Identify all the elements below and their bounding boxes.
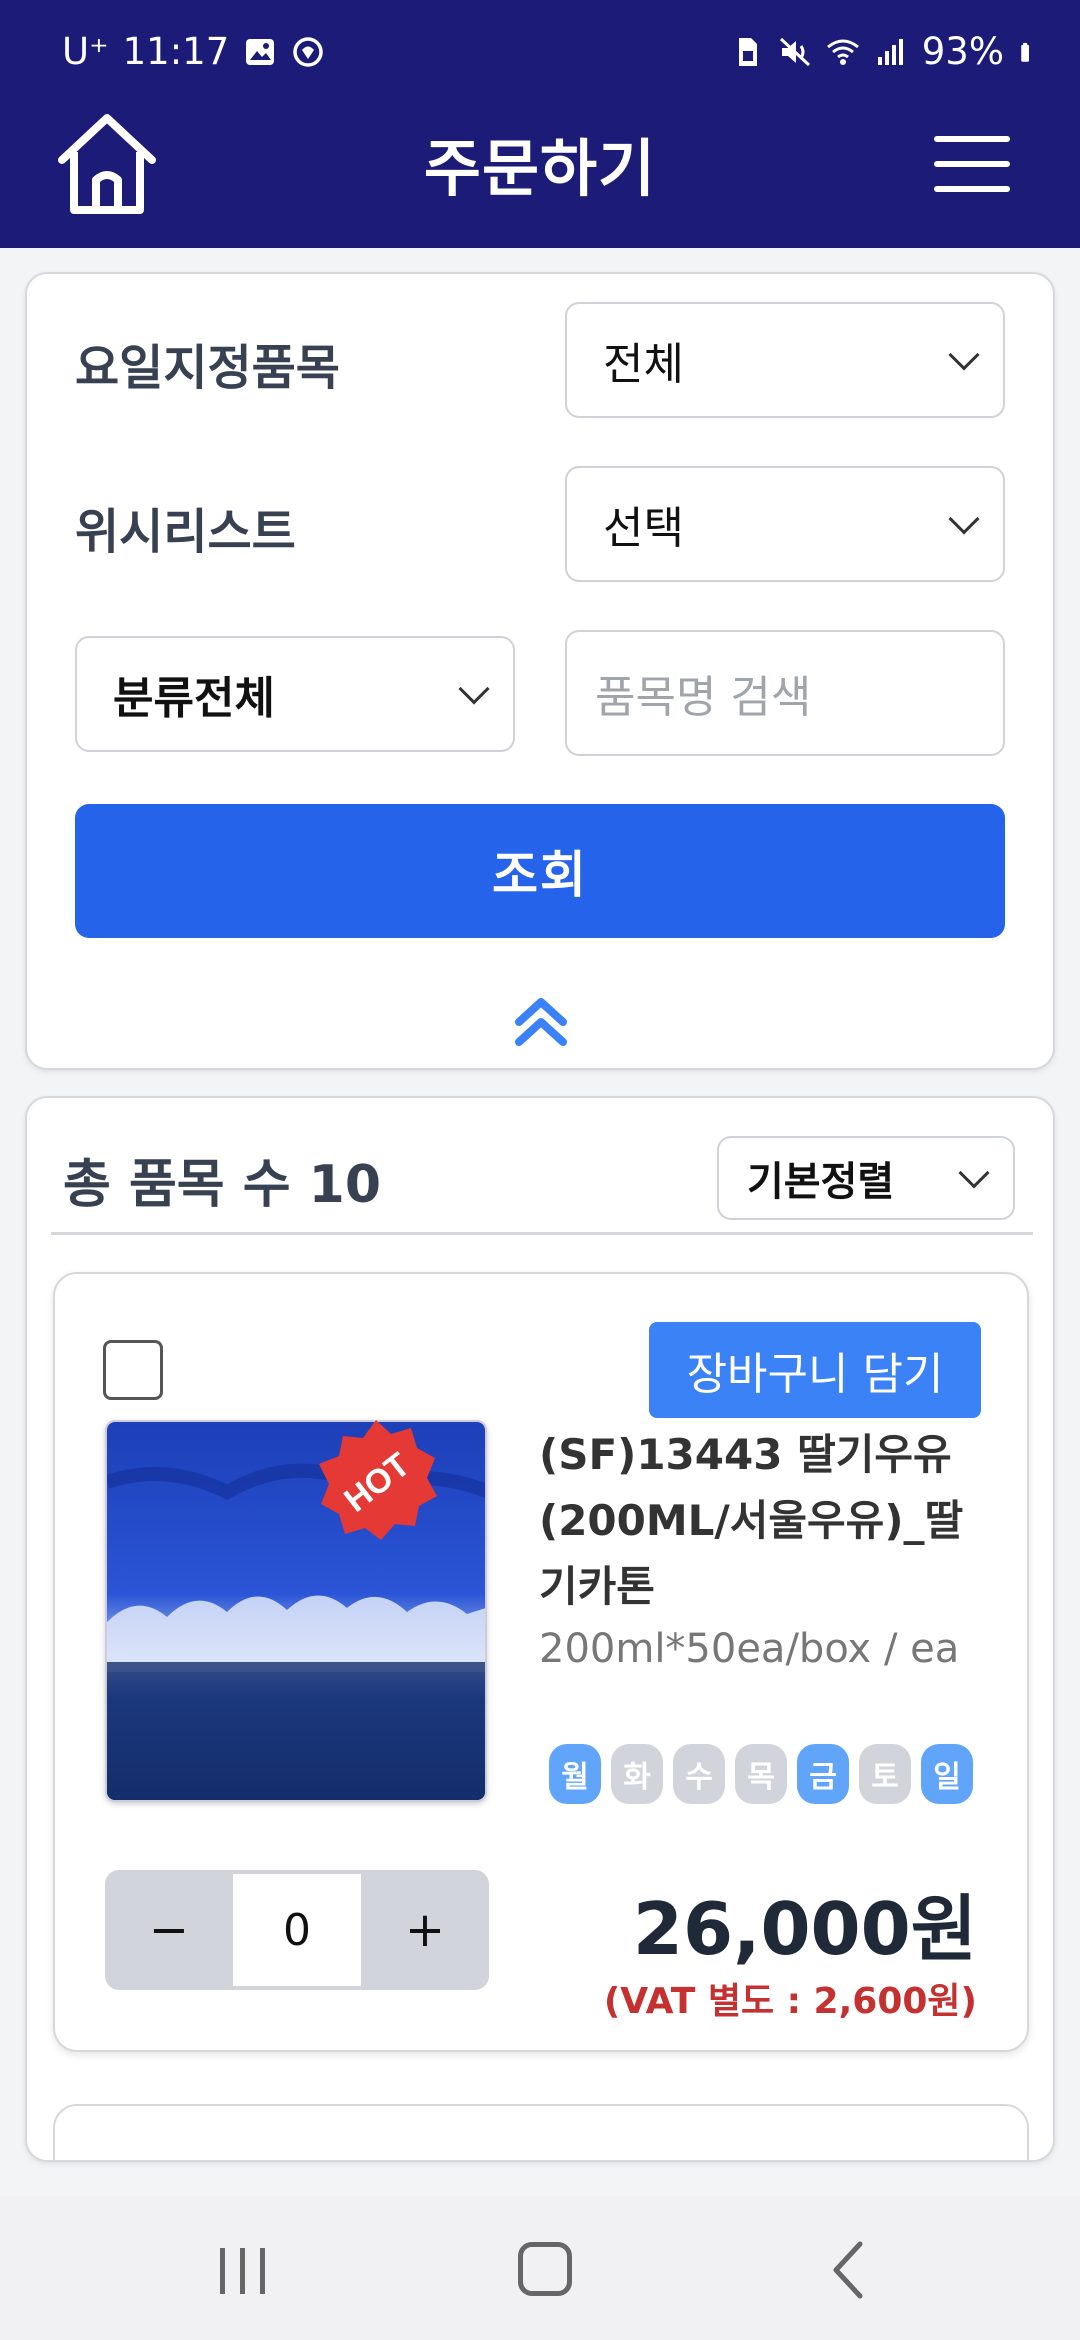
product-name: (SF)13443 딸기우유(200ML/서울우유)_딸기카톤 bbox=[539, 1430, 964, 1611]
mute-icon bbox=[779, 37, 810, 66]
item-search-input[interactable]: 품목명 검색 bbox=[565, 630, 1005, 756]
carrier-label: U⁺ bbox=[62, 30, 109, 73]
product-select-checkbox[interactable] bbox=[103, 1340, 163, 1400]
weekday-select[interactable]: 전체 bbox=[565, 302, 1005, 418]
recent-apps-icon[interactable] bbox=[214, 2246, 272, 2296]
signal-icon bbox=[877, 38, 903, 65]
total-count-label: 총 품목 수 10 bbox=[63, 1155, 382, 1215]
increase-quantity-button[interactable]: + bbox=[361, 1870, 489, 1990]
add-to-cart-button[interactable]: 장바구니 담기 bbox=[649, 1322, 981, 1418]
quantity-input[interactable]: 0 bbox=[233, 1874, 361, 1986]
chevron-down-icon bbox=[948, 339, 980, 371]
battery-icon bbox=[1021, 42, 1029, 62]
chevron-down-icon bbox=[958, 1157, 990, 1189]
product-spec: 200ml*50ea/box / ea bbox=[539, 1626, 960, 1672]
chevron-down-icon bbox=[458, 673, 490, 705]
sort-select[interactable]: 기본정렬 bbox=[717, 1136, 1015, 1220]
status-time: 11:17 bbox=[122, 30, 230, 73]
day-sun: 일 bbox=[921, 1744, 973, 1804]
decrease-quantity-button[interactable]: − bbox=[105, 1870, 233, 1990]
notification-icon bbox=[293, 36, 324, 67]
divider bbox=[51, 1232, 1033, 1235]
product-price: 26,000원 bbox=[632, 1887, 977, 1971]
product-list-panel: 총 품목 수 10 기본정렬 장바구니 담기 HOT (SF)13443 딸기우… bbox=[25, 1096, 1055, 2162]
day-mon: 월 bbox=[549, 1744, 601, 1804]
day-tue: 화 bbox=[611, 1744, 663, 1804]
chevron-down-icon bbox=[948, 503, 980, 535]
sort-select-value: 기본정렬 bbox=[747, 1159, 895, 1205]
vat-note: (VAT 별도 : 2,600원) bbox=[603, 1981, 977, 2022]
day-thu: 목 bbox=[735, 1744, 787, 1804]
status-bar: U⁺ 11:17 93% bbox=[0, 0, 1080, 100]
app-header: U⁺ 11:17 93% 주문하기 bbox=[0, 0, 1080, 248]
wishlist-select[interactable]: 선택 bbox=[565, 466, 1005, 582]
search-button[interactable]: 조회 bbox=[75, 804, 1005, 938]
search-placeholder: 품목명 검색 bbox=[595, 672, 812, 723]
collapse-chevron-up-icon[interactable] bbox=[511, 994, 571, 1048]
hot-badge: HOT bbox=[319, 1420, 437, 1540]
sim-icon bbox=[738, 37, 757, 66]
weekday-filter-label: 요일지정품목 bbox=[75, 340, 340, 396]
wishlist-select-value: 선택 bbox=[603, 503, 684, 554]
wishlist-label: 위시리스트 bbox=[75, 504, 296, 560]
day-fri: 금 bbox=[797, 1744, 849, 1804]
gallery-icon bbox=[246, 38, 275, 65]
delivery-days: 월 화 수 목 금 토 일 bbox=[549, 1744, 973, 1804]
day-wed: 수 bbox=[673, 1744, 725, 1804]
category-select-value: 분류전체 bbox=[113, 673, 275, 724]
wifi-icon bbox=[826, 39, 859, 65]
weekday-select-value: 전체 bbox=[603, 339, 684, 390]
page-title: 주문하기 bbox=[423, 132, 657, 205]
category-select[interactable]: 분류전체 bbox=[75, 636, 515, 752]
product-card bbox=[53, 2104, 1029, 2160]
home-nav-icon[interactable] bbox=[518, 2242, 572, 2296]
product-card: 장바구니 담기 HOT (SF)13443 딸기우유(200ML/서울우유)_딸… bbox=[53, 1272, 1029, 2052]
day-sat: 토 bbox=[859, 1744, 911, 1804]
hamburger-menu-icon[interactable] bbox=[934, 136, 1010, 192]
quantity-stepper: − 0 + bbox=[105, 1870, 489, 1990]
battery-percent: 93% bbox=[921, 30, 1004, 73]
system-nav-bar bbox=[0, 2196, 1080, 2340]
back-icon[interactable] bbox=[828, 2240, 868, 2300]
filter-panel: 요일지정품목 전체 위시리스트 선택 분류전체 품목명 검색 조회 bbox=[25, 272, 1055, 1070]
